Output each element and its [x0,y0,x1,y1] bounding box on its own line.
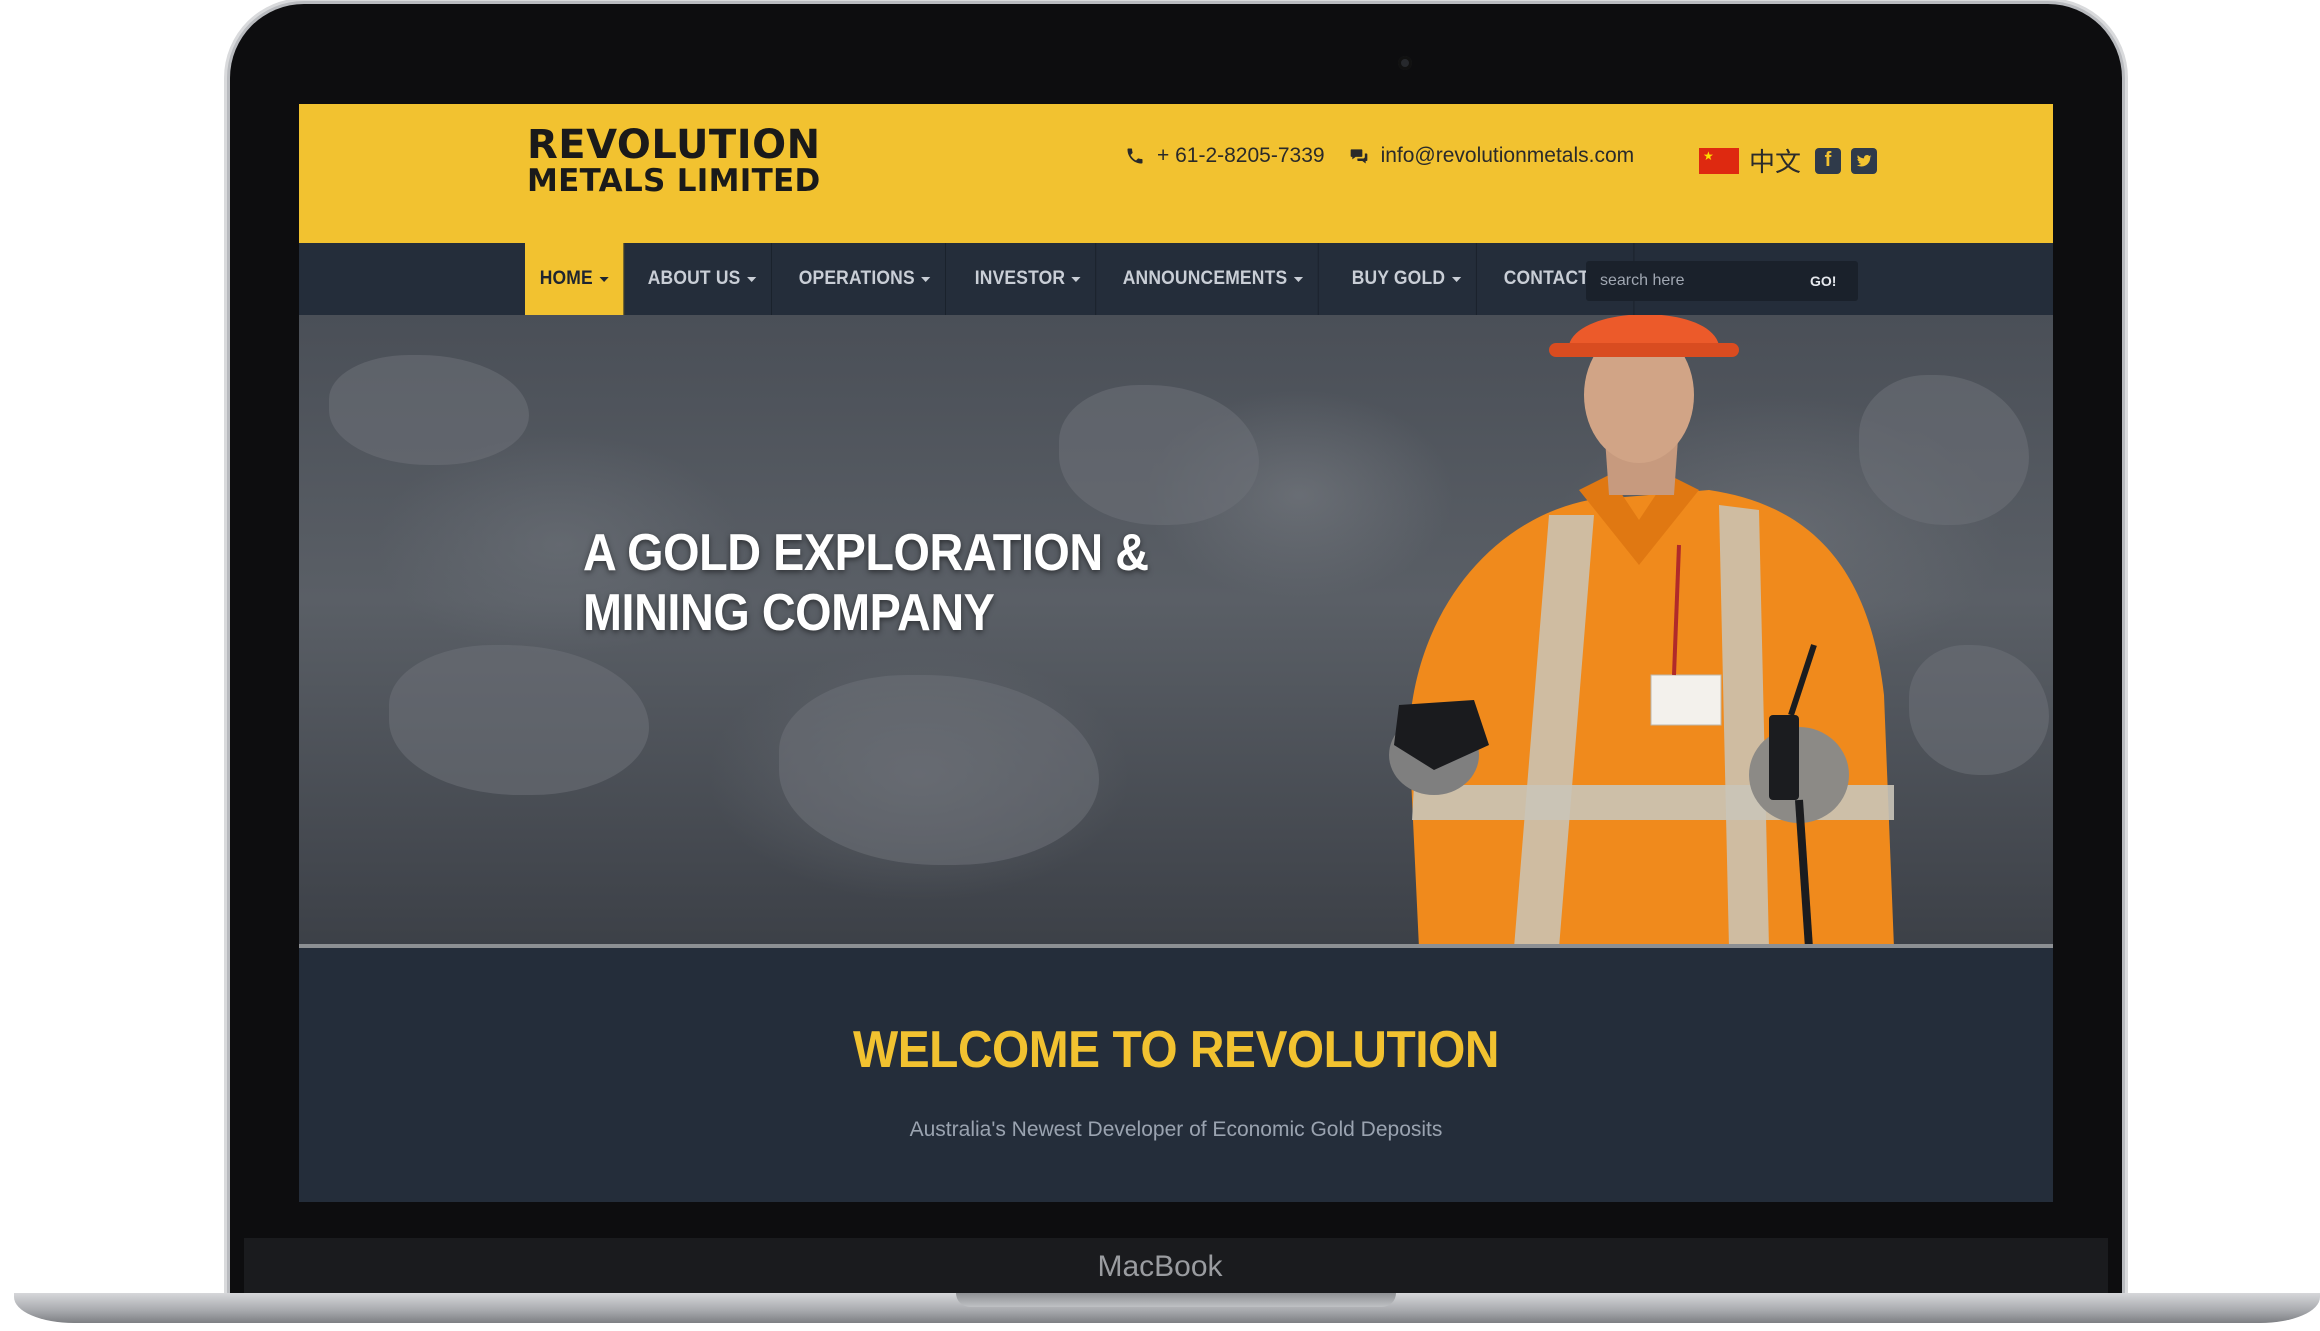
welcome-section: WELCOME TO REVOLUTION Australia's Newest… [299,948,2053,1202]
hero-rock [389,645,649,795]
site-header: REVOLUTION METALS LIMITED + 61-2-8205-73… [299,104,2053,243]
twitter-icon[interactable] [1851,147,1878,174]
hero-headline-line-2: MINING COMPANY [583,584,995,642]
caret-down-icon [599,276,609,282]
phone-number: + 61-2-8205-7339 [1157,144,1325,167]
laptop-brand-label: MacBook [1097,1250,1223,1283]
language-social-bar: ★ 中文 f [1699,142,1878,179]
search-input[interactable] [1586,272,1796,290]
hero-rock [779,675,1099,865]
nav-label: INVESTOR [974,268,1066,289]
welcome-subtitle: Australia's Newest Developer of Economic… [909,1118,1443,1141]
nav-item-buy-gold[interactable]: BUY GOLD [1337,243,1477,315]
nav-label: BUY GOLD [1351,268,1446,289]
phone-icon [1127,148,1143,164]
caret-down-icon [1451,276,1461,282]
caret-down-icon [1071,276,1081,282]
caret-down-icon [746,276,756,282]
hero-rock [1059,385,1259,525]
nav-label: OPERATIONS [798,268,915,289]
browser-screen: REVOLUTION METALS LIMITED + 61-2-8205-73… [299,104,2053,1202]
email-contact[interactable]: info@revolutionmetals.com [1349,144,1635,168]
welcome-title: WELCOME TO REVOLUTION [853,1021,1499,1079]
nav-item-operations[interactable]: OPERATIONS [784,243,946,315]
contact-info: + 61-2-8205-7339 info@revolutionmetals.c… [1125,144,1634,168]
camera-icon [1398,56,1412,70]
logo-line-1: REVOLUTION [527,122,821,168]
hero-headline: A GOLD EXPLORATION & MINING COMPANY [583,523,1149,643]
nav-label: ANNOUNCEMENTS [1122,268,1288,289]
twitter-bird-glyph [1856,154,1872,166]
hero-rock [329,355,529,465]
nav-item-home[interactable]: HOME [525,243,625,315]
nav-label: HOME [539,268,593,289]
email-address: info@revolutionmetals.com [1380,144,1635,167]
laptop-base-notch [956,1293,1396,1307]
caret-down-icon [920,276,931,282]
nav-item-investor[interactable]: INVESTOR [960,243,1097,315]
hero-banner: A GOLD EXPLORATION & MINING COMPANY [299,315,2053,948]
main-nav: HOME ABOUT US OPERATIONS INVESTOR ANNOUN… [299,243,2053,315]
logo-line-2: METALS LIMITED [527,163,821,199]
phone-contact[interactable]: + 61-2-8205-7339 [1125,144,1325,168]
hero-headline-line-1: A GOLD EXPLORATION & [583,524,1149,582]
site-logo[interactable]: REVOLUTION METALS LIMITED [527,125,821,197]
nav-label: ABOUT US [647,268,741,289]
nav-item-announcements[interactable]: ANNOUNCEMENTS [1108,243,1319,315]
china-flag-icon[interactable]: ★ [1699,147,1739,174]
facebook-icon[interactable]: f [1815,147,1842,174]
caret-down-icon [1293,276,1304,282]
search-box: GO! [1586,261,1858,301]
chinese-language-link[interactable]: 中文 [1749,142,1801,179]
nav-list: HOME ABOUT US OPERATIONS INVESTOR ANNOUN… [525,243,1647,315]
chat-icon [1350,149,1367,164]
miner-worker-photo [1389,315,1894,948]
search-go-button[interactable]: GO! [1810,273,1836,289]
nav-item-about-us[interactable]: ABOUT US [633,243,772,315]
hero-rock [1909,645,2049,775]
